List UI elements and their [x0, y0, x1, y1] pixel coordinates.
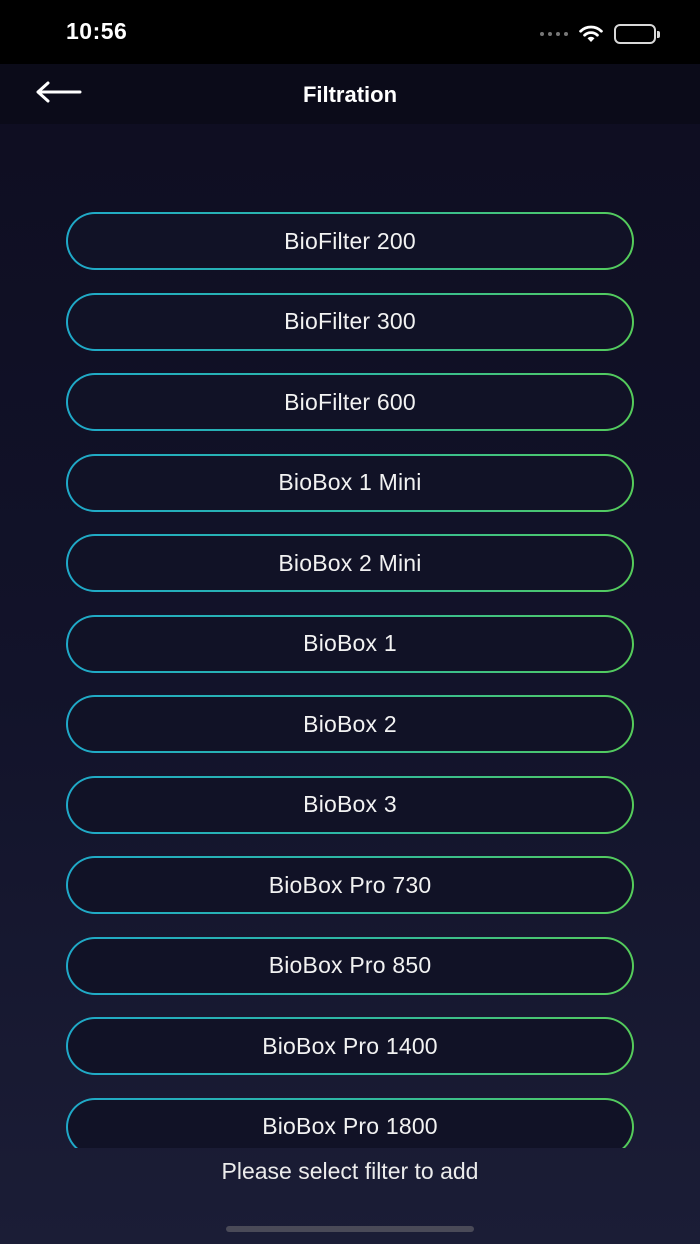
status-icons: [540, 22, 660, 46]
filter-option-biofilter-600[interactable]: BioFilter 600: [66, 373, 634, 431]
screen: 10:56 Filtration BioFilter 200 BioFilter…: [0, 0, 700, 1244]
battery-icon: [614, 24, 660, 44]
filter-option-biobox-1[interactable]: BioBox 1: [66, 614, 634, 673]
nav-bar: Filtration: [0, 64, 700, 124]
filter-option-biobox-1-mini[interactable]: BioBox 1 Mini: [66, 453, 634, 512]
filter-option-label: BioBox 1 Mini: [278, 469, 422, 495]
signal-dots-icon: [540, 32, 568, 36]
filter-option-label: BioFilter 600: [284, 388, 416, 415]
filter-option-label: BioBox Pro 730: [268, 871, 432, 898]
filter-option-biobox-2-mini[interactable]: BioBox 2 Mini: [66, 534, 634, 592]
filter-list-viewport[interactable]: BioFilter 200 BioFilter 300 BioFilter 60…: [0, 124, 700, 1148]
filter-option-label: BioFilter 200: [284, 227, 416, 254]
filter-option-biobox-2[interactable]: BioBox 2: [66, 695, 634, 753]
filter-option-label: BioBox 3: [303, 791, 397, 817]
filter-option-biobox-3[interactable]: BioBox 3: [66, 775, 634, 834]
filter-option-biofilter-300[interactable]: BioFilter 300: [66, 292, 634, 351]
filter-option-biofilter-200[interactable]: BioFilter 200: [66, 212, 634, 270]
select-filter-hint: Please select filter to add: [221, 1158, 479, 1184]
status-time: 10:56: [66, 18, 128, 44]
filter-option-label: BioBox Pro 1800: [262, 1113, 438, 1139]
wifi-icon: [578, 24, 604, 44]
filter-option-label: BioBox Pro 850: [268, 952, 432, 978]
filter-option-label: BioBox 2 Mini: [278, 549, 422, 576]
filter-option-label: BioBox Pro 1400: [262, 1032, 438, 1059]
filter-option-label: BioBox 2: [303, 710, 397, 737]
filter-option-biobox-pro-850[interactable]: BioBox Pro 850: [66, 936, 634, 995]
filter-option-biobox-pro-730[interactable]: BioBox Pro 730: [66, 856, 634, 914]
filter-option-biobox-pro-1400[interactable]: BioBox Pro 1400: [66, 1017, 634, 1075]
filter-option-label: BioBox 1: [303, 630, 397, 656]
filter-option-biobox-pro-1800[interactable]: BioBox Pro 1800: [66, 1097, 634, 1148]
page-title: Filtration: [302, 82, 398, 107]
filter-option-label: BioFilter 300: [284, 308, 416, 334]
status-bar: 10:56: [0, 0, 700, 64]
filter-list: BioFilter 200 BioFilter 300 BioFilter 60…: [66, 212, 634, 1148]
home-indicator[interactable]: [226, 1226, 474, 1232]
